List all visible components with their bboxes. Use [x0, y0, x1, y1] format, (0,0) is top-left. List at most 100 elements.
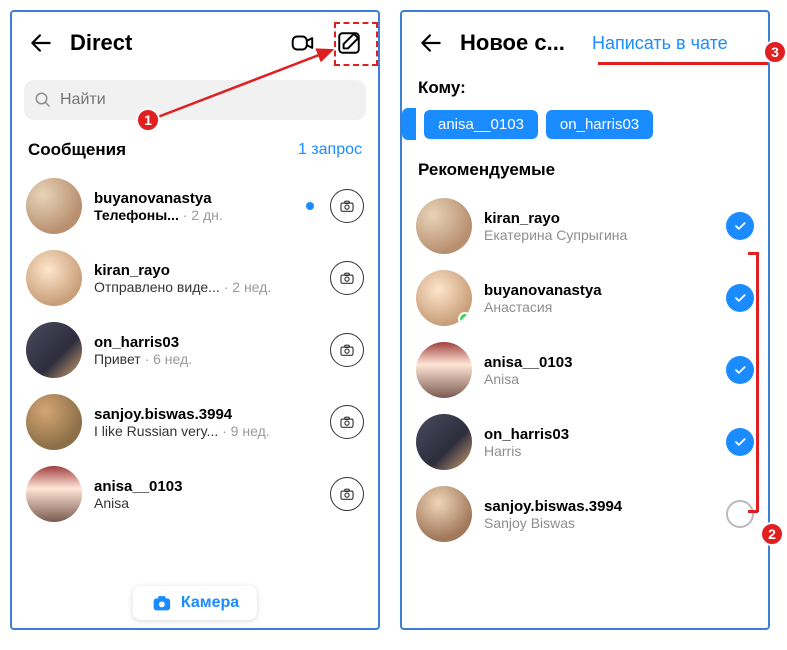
preview: Anisa [94, 495, 318, 511]
user-info: buyanovanastyaАнастасия [484, 282, 714, 315]
display-name: Анастасия [484, 299, 714, 315]
display-name: Harris [484, 443, 714, 459]
to-label: Кому: [402, 74, 768, 108]
step-marker-2: 2 [760, 522, 784, 546]
camera-label: Камера [181, 594, 239, 612]
search-input[interactable] [60, 91, 356, 109]
display-name: Anisa [484, 371, 714, 387]
conversation-row[interactable]: sanjoy.biswas.3994I like Russian very...… [12, 386, 378, 458]
avatar [416, 270, 472, 326]
arrow-left-icon [418, 30, 444, 56]
avatar [26, 394, 82, 450]
conversation-info: kiran_rayoОтправлено виде... · 2 нед. [94, 262, 318, 295]
avatar [26, 322, 82, 378]
camera-shortcut[interactable] [330, 405, 364, 439]
conversation-row[interactable]: on_harris03Привет · 6 нед. [12, 314, 378, 386]
avatar [26, 250, 82, 306]
conversation-row[interactable]: buyanovanastyaТелефоны... · 2 дн. [12, 170, 378, 242]
camera-button[interactable]: Камера [133, 586, 257, 620]
recipient-chip[interactable]: anisa__0103 [424, 110, 538, 139]
avatar [26, 178, 82, 234]
username: kiran_rayo [484, 210, 714, 227]
recipient-chips: anisa__0103 on_harris03 [402, 108, 768, 154]
avatar [416, 198, 472, 254]
user-info: kiran_rayoЕкатерина Супрыгина [484, 210, 714, 243]
bracket-annotation-2 [756, 252, 759, 512]
recommended-row[interactable]: anisa__0103Anisa [402, 334, 768, 406]
step-marker-1: 1 [136, 108, 160, 132]
check-icon [733, 435, 747, 449]
username: kiran_rayo [94, 262, 318, 279]
recommended-title: Рекомендуемые [402, 154, 768, 190]
avatar [26, 466, 82, 522]
search-input-container[interactable] [24, 80, 366, 120]
camera-shortcut[interactable] [330, 189, 364, 223]
select-check[interactable] [726, 428, 754, 456]
section-title: Сообщения [28, 140, 126, 160]
write-in-chat-button[interactable]: Написать в чате [592, 33, 728, 54]
chip-partial [402, 108, 416, 140]
camera-icon [338, 269, 356, 287]
username: on_harris03 [94, 334, 318, 351]
camera-shortcut[interactable] [330, 333, 364, 367]
direct-screen: Direct Сообщения 1 запрос buyanovanastya… [10, 10, 380, 630]
username: buyanovanastya [484, 282, 714, 299]
avatar [416, 342, 472, 398]
header: Direct [12, 12, 378, 74]
online-dot [458, 312, 472, 326]
display-name: Екатерина Супрыгина [484, 227, 714, 243]
underline-annotation-3 [598, 62, 768, 65]
select-check[interactable] [726, 284, 754, 312]
recommended-row[interactable]: sanjoy.biswas.3994Sanjoy Biswas [402, 478, 768, 550]
conversation-info: sanjoy.biswas.3994I like Russian very...… [94, 406, 318, 439]
requests-link[interactable]: 1 запрос [298, 141, 362, 159]
preview: Отправлено виде... · 2 нед. [94, 279, 318, 295]
camera-icon [151, 592, 173, 614]
step-marker-3: 3 [763, 40, 787, 64]
conversation-row[interactable]: anisa__0103Anisa [12, 458, 378, 530]
username: anisa__0103 [484, 354, 714, 371]
user-info: anisa__0103Anisa [484, 354, 714, 387]
messages-section-header: Сообщения 1 запрос [12, 134, 378, 170]
bracket-top [748, 252, 758, 255]
display-name: Sanjoy Biswas [484, 515, 714, 531]
arrow-left-icon [28, 30, 54, 56]
username: buyanovanastya [94, 190, 290, 207]
recipient-chip[interactable]: on_harris03 [546, 110, 653, 139]
preview: I like Russian very... · 9 нед. [94, 423, 318, 439]
preview: Привет · 6 нед. [94, 351, 318, 367]
recommended-row[interactable]: kiran_rayoЕкатерина Супрыгина [402, 190, 768, 262]
bracket-bottom [748, 510, 758, 513]
username: sanjoy.biswas.3994 [94, 406, 318, 423]
check-icon [733, 219, 747, 233]
camera-icon [338, 197, 356, 215]
recommended-list: kiran_rayoЕкатерина Супрыгина buyanovanas… [402, 190, 768, 628]
preview: Телефоны... · 2 дн. [94, 207, 290, 223]
camera-icon [338, 413, 356, 431]
select-check[interactable] [726, 356, 754, 384]
video-call-button[interactable] [286, 26, 320, 60]
user-info: sanjoy.biswas.3994Sanjoy Biswas [484, 498, 714, 531]
select-check[interactable] [726, 212, 754, 240]
page-title: Direct [70, 30, 274, 56]
camera-shortcut[interactable] [330, 477, 364, 511]
conversation-info: buyanovanastyaТелефоны... · 2 дн. [94, 190, 290, 223]
back-button[interactable] [414, 26, 448, 60]
unread-dot [306, 202, 314, 210]
camera-shortcut[interactable] [330, 261, 364, 295]
conversation-list: buyanovanastyaТелефоны... · 2 дн. kiran_r… [12, 170, 378, 628]
conversation-row[interactable]: kiran_rayoОтправлено виде... · 2 нед. [12, 242, 378, 314]
recommended-row[interactable]: on_harris03Harris [402, 406, 768, 478]
header: Новое с... Написать в чате [402, 12, 768, 74]
conversation-info: on_harris03Привет · 6 нед. [94, 334, 318, 367]
page-title: Новое с... [460, 30, 580, 56]
recommended-row[interactable]: buyanovanastyaАнастасия [402, 262, 768, 334]
back-button[interactable] [24, 26, 58, 60]
avatar [416, 486, 472, 542]
video-icon [290, 30, 316, 56]
camera-icon [338, 485, 356, 503]
conversation-info: anisa__0103Anisa [94, 478, 318, 511]
avatar [416, 414, 472, 470]
select-check[interactable] [726, 500, 754, 528]
search-icon [34, 91, 52, 109]
